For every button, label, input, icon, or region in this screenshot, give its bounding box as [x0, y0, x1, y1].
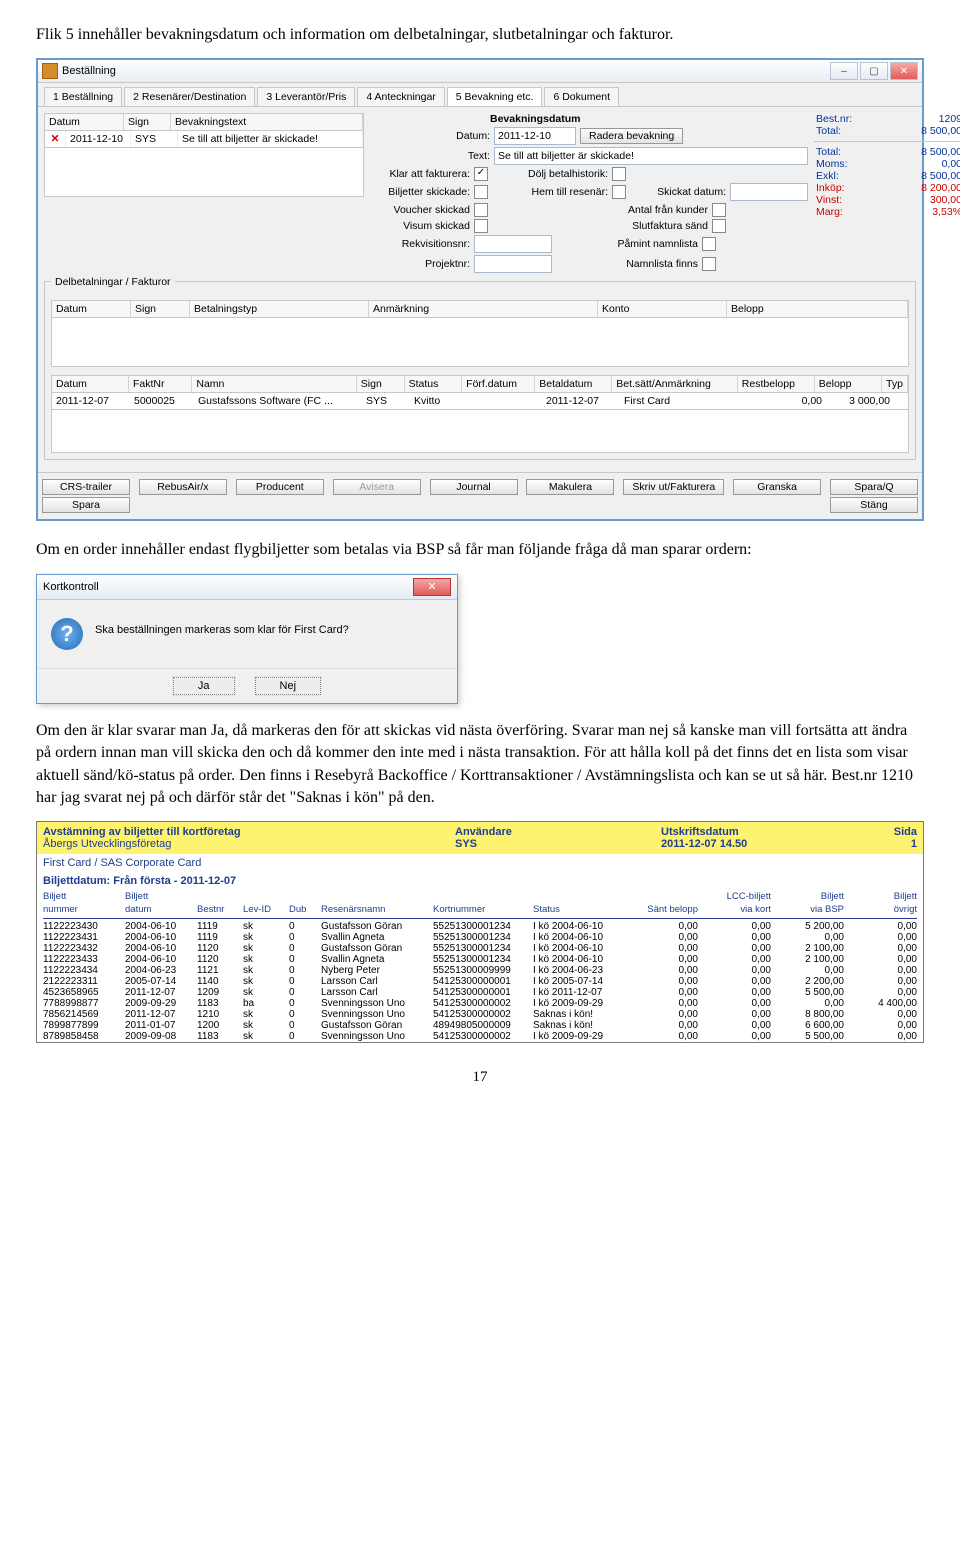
- crs-trailer-button[interactable]: CRS-trailer: [42, 479, 130, 495]
- paragraph-2: Om en order innehåller endast flygbiljet…: [36, 539, 924, 561]
- hem-checkbox[interactable]: [612, 185, 626, 199]
- col-sign: Sign: [124, 114, 171, 130]
- spara-button[interactable]: Spara: [42, 497, 130, 513]
- report-rows: 11222234302004-06-101119sk0Gustafsson Gö…: [37, 921, 923, 1042]
- report-row: 11222234302004-06-101119sk0Gustafsson Gö…: [37, 921, 923, 932]
- report-biljettdatum: Biljettdatum: Från första - 2011-12-07: [37, 872, 923, 890]
- tab-leverantor[interactable]: 3 Leverantör/Pris: [257, 87, 355, 106]
- text-input[interactable]: [494, 147, 808, 165]
- col-text: Bevakningstext: [171, 114, 363, 130]
- tab-bestallning[interactable]: 1 Beställning: [44, 87, 122, 106]
- tab-anteckningar[interactable]: 4 Anteckningar: [357, 87, 444, 106]
- radera-bevakning-button[interactable]: Radera bevakning: [580, 128, 683, 144]
- paragraph-3: Om den är klar svarar man Ja, då markera…: [36, 720, 924, 810]
- maximize-button[interactable]: ▢: [860, 62, 888, 80]
- report-head-row-1: BiljettBiljettLCC-biljettBiljettBiljett: [37, 890, 923, 903]
- tab-resenarer[interactable]: 2 Resenärer/Destination: [124, 87, 255, 106]
- nej-button[interactable]: Nej: [255, 677, 322, 695]
- report-row: 21222233112005-07-141140sk0Larsson Carl5…: [37, 976, 923, 987]
- bestallning-window: Beställning – ▢ ✕ 1 Beställning 2 Resenä…: [36, 58, 924, 521]
- avstamning-report: Avstämning av biljetter till kortföretag…: [36, 821, 924, 1043]
- window-titlebar[interactable]: Beställning – ▢ ✕: [38, 60, 922, 83]
- bevakning-list: Datum Sign Bevakningstext ✕ 2011-12-10 S…: [44, 113, 364, 275]
- dialog-close-button[interactable]: ✕: [413, 578, 451, 596]
- minimize-button[interactable]: –: [830, 62, 858, 80]
- ja-button[interactable]: Ja: [173, 677, 235, 695]
- spara-q-button[interactable]: Spara/Q: [830, 479, 918, 495]
- klar-fakturera-checkbox[interactable]: ✓: [474, 167, 488, 181]
- report-row: 11222234332004-06-101120sk0Svallin Agnet…: [37, 954, 923, 965]
- bevakning-form: Bevakningsdatum Datum: Radera bevakning …: [370, 113, 808, 275]
- intro-paragraph: Flik 5 innehåller bevakningsdatum och in…: [36, 24, 924, 46]
- page-number: 17: [36, 1069, 924, 1086]
- report-head-row-2: nummerdatumBestnrLev-IDDubResenärsnamnKo…: [37, 903, 923, 916]
- journal-button[interactable]: Journal: [430, 479, 518, 495]
- pamint-checkbox[interactable]: [702, 237, 716, 251]
- report-row: 11222234312004-06-101119sk0Svallin Agnet…: [37, 932, 923, 943]
- antal-checkbox[interactable]: [712, 203, 726, 217]
- dialog-title: Kortkontroll: [43, 581, 99, 593]
- report-row: 11222234322004-06-101120sk0Gustafsson Gö…: [37, 943, 923, 954]
- skickat-datum-input[interactable]: [730, 183, 808, 201]
- report-row: 77889988772009-09-291183ba0Svenningsson …: [37, 998, 923, 1009]
- window-title: Beställning: [62, 65, 116, 77]
- projekt-input[interactable]: [474, 255, 552, 273]
- visum-checkbox[interactable]: [474, 219, 488, 233]
- report-company: Åbergs Utvecklingsföretag: [43, 838, 455, 850]
- delbetalningar-fieldset: Delbetalningar / Fakturor Datum Sign Bet…: [44, 281, 916, 460]
- bottom-toolbar: CRS-trailer RebusAir/x Producent Avisera…: [38, 472, 922, 519]
- report-row: 78998778992011-01-071200sk0Gustafsson Gö…: [37, 1020, 923, 1031]
- section-label: Bevakningsdatum: [490, 113, 808, 125]
- close-button[interactable]: ✕: [890, 62, 918, 80]
- bevakning-row[interactable]: ✕ 2011-12-10 SYS Se till att biljetter ä…: [44, 131, 364, 148]
- col-datum: Datum: [45, 114, 124, 130]
- producent-button[interactable]: Producent: [236, 479, 324, 495]
- dolj-checkbox[interactable]: [612, 167, 626, 181]
- rekv-input[interactable]: [474, 235, 552, 253]
- report-row: 45236589652011-12-071209sk0Larsson Carl5…: [37, 987, 923, 998]
- question-icon: ?: [51, 618, 83, 650]
- row-delete-icon[interactable]: ✕: [45, 131, 66, 147]
- avisera-button[interactable]: Avisera: [333, 479, 421, 495]
- tab-dokument[interactable]: 6 Dokument: [544, 87, 619, 106]
- report-row: 78562145692011-12-071210sk0Svenningsson …: [37, 1009, 923, 1020]
- report-card: First Card / SAS Corporate Card: [37, 854, 923, 872]
- report-title: Avstämning av biljetter till kortföretag: [43, 826, 455, 838]
- faktura-row[interactable]: 2011-12-07 5000025 Gustafssons Software …: [51, 393, 909, 410]
- tab-strip: 1 Beställning 2 Resenärer/Destination 3 …: [38, 83, 922, 107]
- kortkontroll-dialog: Kortkontroll ✕ ? Ska beställningen marke…: [36, 574, 458, 704]
- biljetter-checkbox[interactable]: [474, 185, 488, 199]
- dialog-message: Ska beställningen markeras som klar för …: [95, 618, 349, 636]
- makulera-button[interactable]: Makulera: [526, 479, 614, 495]
- tab-bevakning[interactable]: 5 Bevakning etc.: [447, 87, 543, 106]
- namnlista-checkbox[interactable]: [702, 257, 716, 271]
- app-icon: [42, 63, 58, 79]
- totals-panel: Best.nr:1209 Total:8 500,00 Total:8 500,…: [814, 113, 960, 275]
- report-row: 87898584582009-09-081183sk0Svenningsson …: [37, 1031, 923, 1042]
- slut-checkbox[interactable]: [712, 219, 726, 233]
- skrivut-button[interactable]: Skriv ut/Fakturera: [623, 479, 724, 495]
- rebusair-button[interactable]: RebusAir/x: [139, 479, 227, 495]
- report-row: 11222234342004-06-231121sk0Nyberg Peter5…: [37, 965, 923, 976]
- granska-button[interactable]: Granska: [733, 479, 821, 495]
- stang-button[interactable]: Stäng: [830, 497, 918, 513]
- datum-input[interactable]: [494, 127, 576, 145]
- voucher-checkbox[interactable]: [474, 203, 488, 217]
- delbet-body[interactable]: [51, 318, 909, 367]
